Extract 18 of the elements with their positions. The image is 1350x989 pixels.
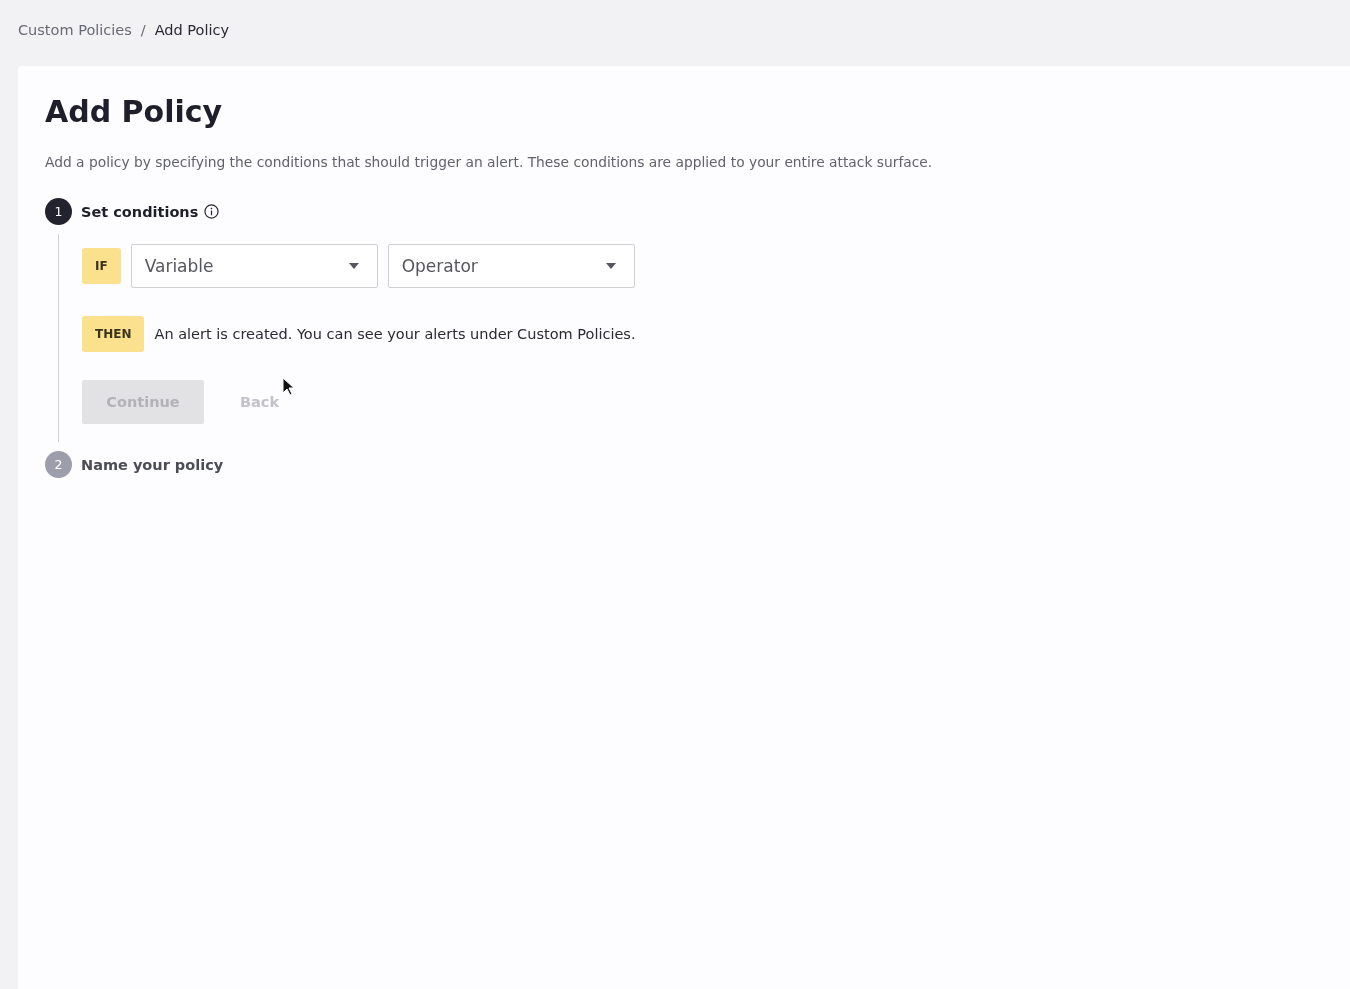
- step-number: 1: [45, 198, 72, 225]
- breadcrumb-current[interactable]: Add Policy: [154, 22, 230, 38]
- step-title: Set conditions: [81, 203, 199, 220]
- mouse-pointer-icon: [282, 377, 294, 396]
- breadcrumb-separator: /: [140, 22, 146, 38]
- step-title: Name your policy: [81, 456, 224, 473]
- step-number: 2: [45, 451, 72, 478]
- caret-icon: [348, 263, 359, 269]
- page-description: Add a policy by specifying the conditions that should trigger an alert. These conditions are applied to your entire attack surface.: [45, 154, 934, 170]
- breadcrumb-link[interactable]: Custom Policies: [18, 22, 132, 38]
- dropdown-field[interactable]: Variable: [130, 244, 378, 288]
- info-icon[interactable]: [204, 204, 220, 219]
- dropdown-field[interactable]: Operator: [387, 244, 635, 288]
- page-title: Add Policy: [45, 93, 224, 131]
- caret-icon: [605, 263, 616, 269]
- then-badge: THEN: [82, 316, 145, 352]
- then-description: An alert is created. You can see your alerts under Custom Policies.: [154, 326, 636, 342]
- if-badge: IF: [82, 248, 121, 284]
